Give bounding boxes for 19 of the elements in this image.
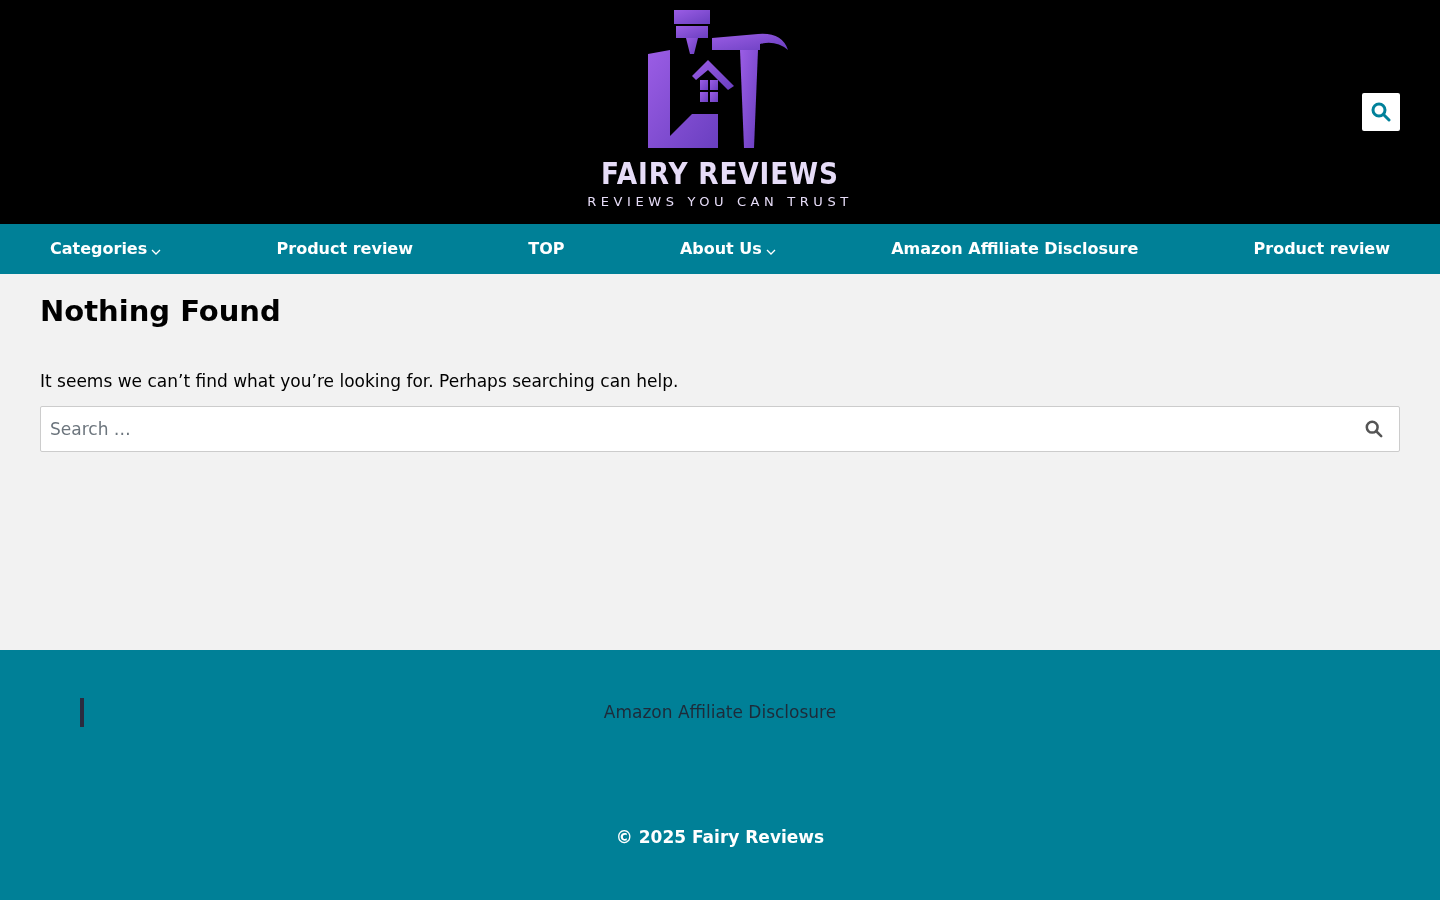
chevron-down-icon [765,249,776,255]
search-icon [1371,102,1391,122]
nav-link[interactable]: TOP [528,237,565,261]
message-text: It seems we can’t find what you’re looking for. Perhaps searching can help. [40,369,680,393]
nav-link[interactable]: Categories [50,237,162,261]
divider-bar [80,698,84,727]
logo-title: FAIRY REVIEWS [601,158,839,189]
nav-link[interactable]: About Us [679,237,776,261]
search-button[interactable] [1362,93,1400,131]
footer-link[interactable]: Amazon Affiliate Disclosure [603,702,837,722]
search-field[interactable]: Search … [40,406,1400,453]
nav-link[interactable]: Product review [1253,237,1390,261]
nav-link[interactable]: Product review [276,237,413,261]
search-icon [1365,420,1383,439]
logo-tagline: REVIEWS YOU CAN TRUST [587,195,853,208]
copyright-text: © 2025 Fairy Reviews [614,826,826,849]
chevron-down-icon [151,249,162,255]
nav-link[interactable]: Amazon Affiliate Disclosure [891,237,1139,261]
page-title: Nothing Found [40,294,282,329]
